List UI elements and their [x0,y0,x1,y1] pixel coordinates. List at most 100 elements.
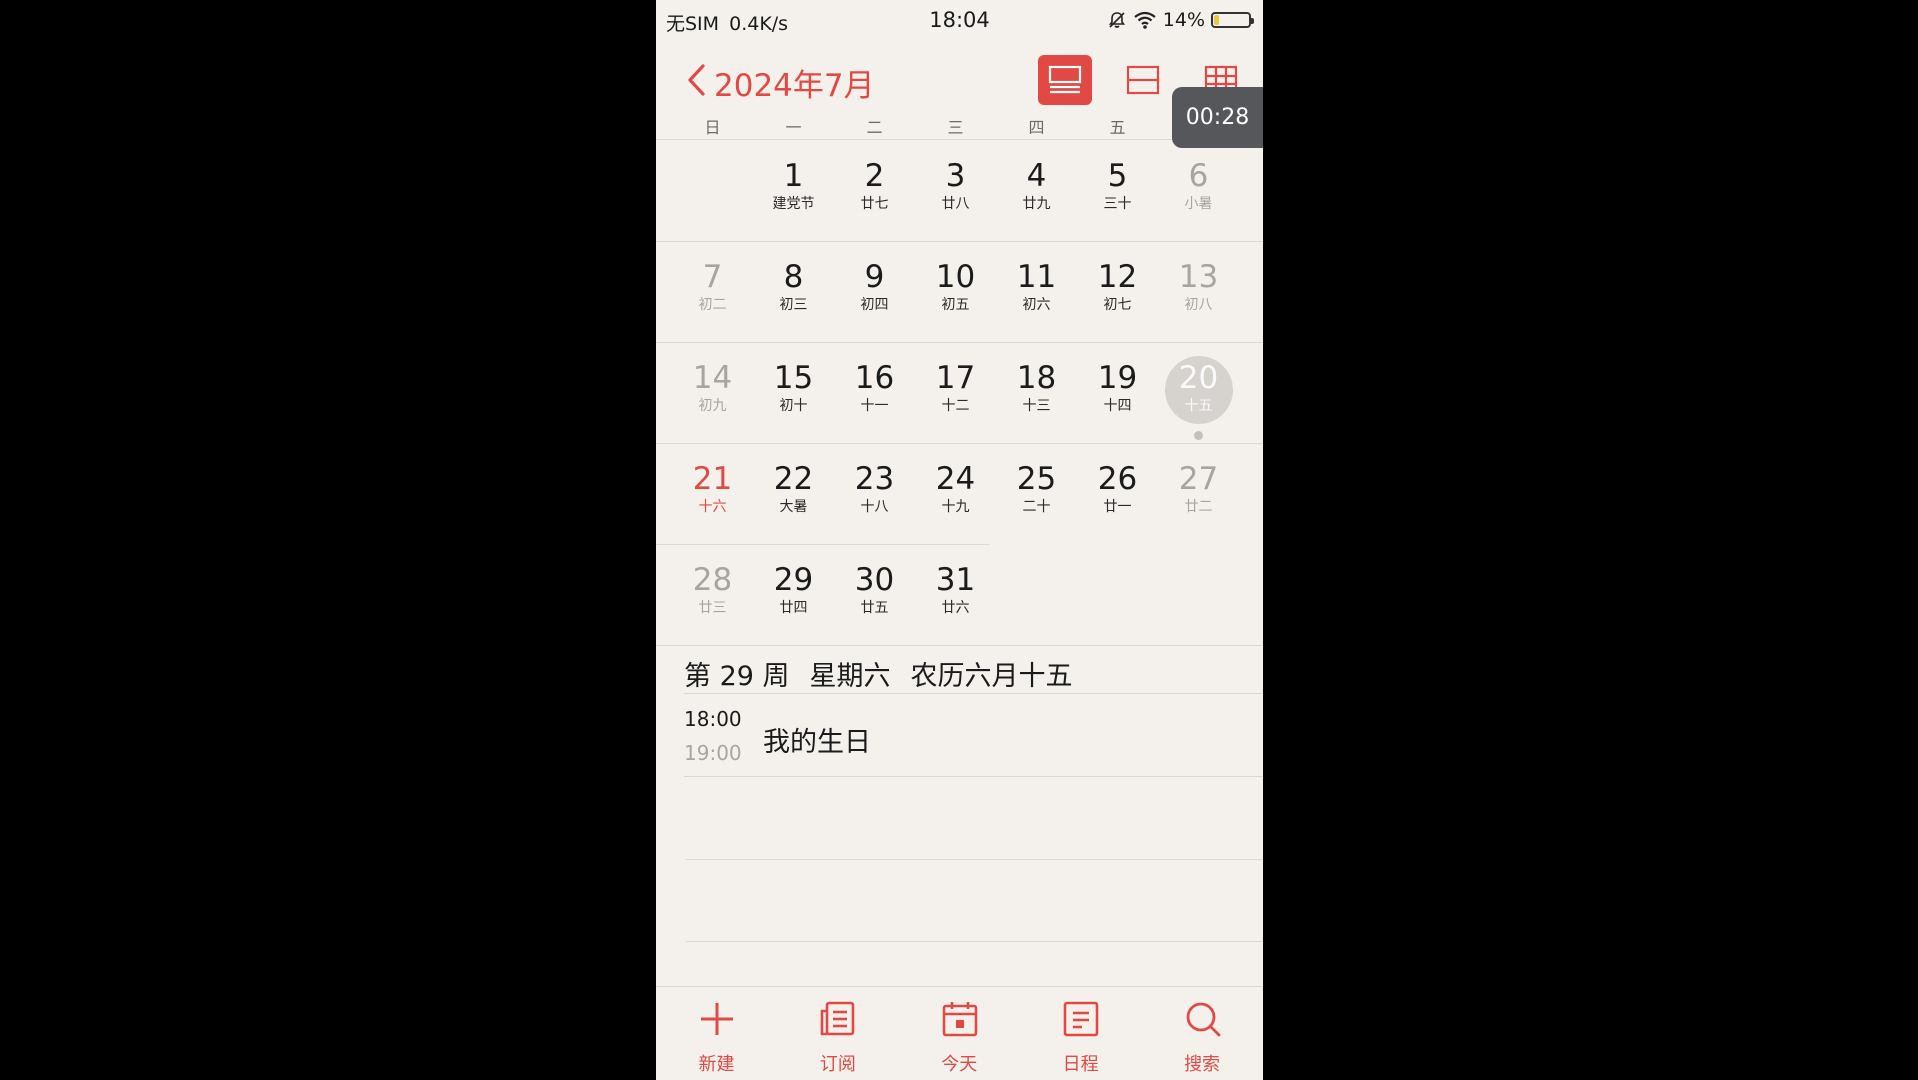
day-cell[interactable]: 17 十二 [915,342,996,443]
day-number: 6 [1188,158,1209,194]
day-number: 26 [1097,461,1138,497]
day-cell[interactable]: 1 建党节 [753,140,834,241]
month-title[interactable]: 2024年7月 [714,60,875,105]
day-cell[interactable]: 5 三十 [1077,140,1158,241]
split-view-button[interactable] [1116,55,1170,105]
tab-new-label: 新建 [698,1054,735,1075]
day-cell[interactable]: 23 十八 [834,443,915,544]
tab-subscribe[interactable]: 订阅 [777,987,898,1080]
status-right: 14% [1107,9,1254,31]
lunar-day: 二十 [1022,499,1051,515]
row-divider [656,645,1263,646]
day-number: 23 [854,461,895,497]
status-bar: 无SIM 0.4K/s 18:04 14% [656,0,1263,42]
lunar-day: 十四 [1103,398,1132,414]
day-number: 17 [935,360,976,396]
lunar-day: 初五 [941,297,970,313]
divider [686,859,1263,860]
day-cell[interactable]: 11 初六 [996,241,1077,342]
week-row: 7 初二 8 初三 9 初四 10 初五 11 初六 12 初七 13 初八 [656,241,1263,343]
day-cell[interactable]: 8 初三 [753,241,834,342]
lunar-day: 初八 [1184,297,1213,313]
phone-screen: 无SIM 0.4K/s 18:04 14% 2024年7月 日 一 二 三 四 … [656,0,1263,1080]
lunar-day: 廿四 [779,600,808,616]
week-row: 28 廿三 29 廿四 30 廿五 31 廿六 [656,544,1263,646]
day-cell[interactable]: 9 初四 [834,241,915,342]
day-number: 4 [1026,158,1047,194]
day-cell[interactable]: 6 小暑 [1158,140,1239,241]
wifi-icon [1134,11,1156,29]
month-list-view-icon [1048,65,1082,94]
lunar-day: 廿五 [860,600,889,616]
day-cell[interactable]: 28 廿三 [672,544,753,645]
day-cell[interactable]: 18 十三 [996,342,1077,443]
event-title: 我的生日 [763,727,871,758]
day-number: 1 [783,158,804,194]
event-item[interactable]: 18:00 19:00 我的生日 [656,700,1263,775]
day-cell[interactable]: 25 二十 [996,443,1077,544]
day-cell[interactable]: 2 廿七 [834,140,915,241]
weekday-tue: 二 [866,118,883,137]
weekday-fri: 五 [1109,118,1126,137]
lunar-day: 廿二 [1184,499,1213,515]
week-number: 第 29 周 [684,661,790,692]
day-number: 9 [864,259,885,295]
day-cell[interactable]: 30 廿五 [834,544,915,645]
day-cell[interactable]: 26 廿一 [1077,443,1158,544]
tab-today-label: 今天 [941,1054,978,1075]
day-number: 27 [1178,461,1219,497]
day-cell[interactable]: 7 初二 [672,241,753,342]
lunar-day: 廿八 [941,196,970,212]
divider [684,693,1263,694]
day-cell[interactable]: 27 廿二 [1158,443,1239,544]
day-cell[interactable]: 14 初九 [672,342,753,443]
mute-bell-icon [1108,12,1125,28]
lunar-day: 廿一 [1103,499,1132,515]
day-cell[interactable]: 10 初五 [915,241,996,342]
day-number: 12 [1097,259,1138,295]
day-cell[interactable]: 16 十一 [834,342,915,443]
tab-schedule[interactable]: 日程 [1020,987,1141,1080]
day-cell[interactable]: 13 初八 [1158,241,1239,342]
day-number: 15 [773,360,814,396]
day-cell[interactable]: 12 初七 [1077,241,1158,342]
day-cell[interactable]: 21 十六 [672,443,753,544]
lunar-day: 初二 [698,297,727,313]
battery-fill [1214,15,1219,25]
day-number: 25 [1016,461,1057,497]
month-list-view-button[interactable] [1038,55,1092,105]
day-cell[interactable]: 15 初十 [753,342,834,443]
tab-today[interactable]: 今天 [899,987,1020,1080]
lunar-day: 初三 [779,297,808,313]
tab-schedule-label: 日程 [1062,1054,1099,1075]
day-cell[interactable]: 4 廿九 [996,140,1077,241]
day-number: 3 [945,158,966,194]
chevron-left-icon[interactable] [684,60,708,100]
day-cell[interactable]: 31 廿六 [915,544,996,645]
tab-search[interactable]: 搜索 [1142,987,1263,1080]
day-cell[interactable]: 20 十五 [1158,342,1239,443]
week-row: 21 十六 22 大暑 23 十八 24 十九 25 二十 26 廿一 27 廿二 [656,443,1263,545]
tab-new[interactable]: 新建 [656,987,777,1080]
lunar-day: 小暑 [1184,196,1213,212]
search-icon [1186,1002,1220,1037]
day-cell[interactable]: 22 大暑 [753,443,834,544]
lunar-day: 初十 [779,398,808,414]
day-cell[interactable]: 19 十四 [1077,342,1158,443]
day-cell[interactable]: 24 十九 [915,443,996,544]
weekday-label: 星期六 [809,661,891,692]
weekday-wed: 三 [947,118,964,137]
lunar-day: 初九 [698,398,727,414]
divider [686,941,1263,942]
event-dot [1194,431,1203,440]
battery-percent: 14% [1162,9,1205,31]
lunar-day: 初七 [1103,297,1132,313]
lunar-day: 大暑 [779,499,808,515]
plus-icon [701,1003,733,1035]
day-cell[interactable]: 29 廿四 [753,544,834,645]
day-number: 19 [1097,360,1138,396]
day-number: 22 [773,461,814,497]
day-number: 11 [1016,259,1057,295]
day-cell[interactable]: 3 廿八 [915,140,996,241]
day-number: 24 [935,461,976,497]
